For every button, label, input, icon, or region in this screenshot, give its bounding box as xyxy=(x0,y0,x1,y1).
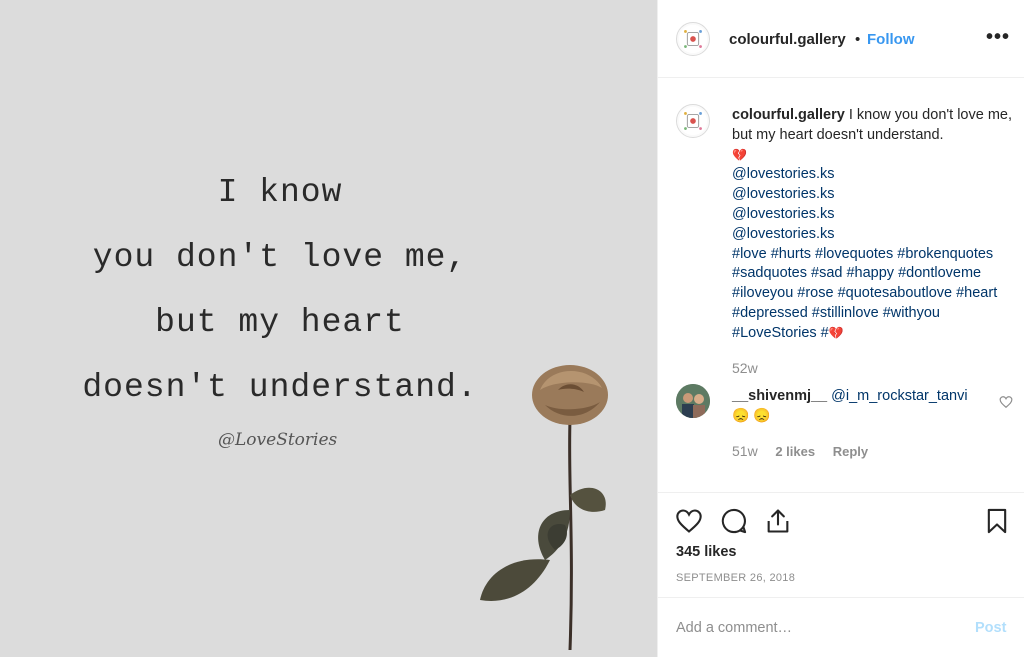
comment-meta: 51w 2 likes Reply xyxy=(732,443,882,459)
comment-input[interactable] xyxy=(676,618,956,638)
mention-link[interactable]: @lovestories.ks xyxy=(732,205,1012,225)
caption-avatar[interactable] xyxy=(676,104,710,138)
action-bar: 345 likes SEPTEMBER 26, 2018 xyxy=(658,492,1024,596)
reply-button[interactable]: Reply xyxy=(833,444,868,459)
comment-bubble-icon[interactable] xyxy=(720,507,748,535)
mention-link[interactable]: @lovestories.ks xyxy=(732,225,1012,245)
caption-username[interactable]: colourful.gallery xyxy=(732,107,845,123)
post-date[interactable]: SEPTEMBER 26, 2018 xyxy=(676,572,795,584)
post-button[interactable]: Post xyxy=(975,620,1006,636)
quote-line: I know xyxy=(217,174,343,211)
comment: __shivenmj__ @i_m_rockstar_tanvi 😞 😞 xyxy=(732,387,968,426)
caption: colourful.gallery I know you don't love … xyxy=(732,106,1012,344)
more-options-icon[interactable]: ••• xyxy=(986,26,1010,49)
rose-illustration xyxy=(480,365,608,650)
add-comment-form: Post xyxy=(658,597,1024,657)
header-username[interactable]: colourful.gallery xyxy=(729,31,846,48)
caption-time[interactable]: 52w xyxy=(732,360,758,376)
comment-likes[interactable]: 2 likes xyxy=(775,444,815,459)
separator-dot: • xyxy=(855,31,861,48)
follow-button[interactable]: Follow xyxy=(867,31,915,48)
quote-line: but my heart xyxy=(155,304,405,341)
post-image[interactable]: I know you don't love me, but my heart d… xyxy=(0,0,657,657)
share-icon[interactable] xyxy=(764,507,792,535)
signature-text: @LoveStories xyxy=(218,430,338,450)
commenter-avatar[interactable] xyxy=(676,384,710,418)
like-heart-icon[interactable] xyxy=(675,507,703,535)
post-header: colourful.gallery • Follow ••• xyxy=(658,0,1024,78)
broken-heart-emoji: 💔 xyxy=(732,147,747,162)
sad-emojis: 😞 😞 xyxy=(732,407,771,423)
likes-count[interactable]: 345 likes xyxy=(676,544,736,560)
broken-heart-emoji: 💔 xyxy=(828,325,844,340)
bookmark-icon[interactable] xyxy=(983,507,1011,535)
comment-like-heart-icon[interactable] xyxy=(999,395,1013,409)
mention-link[interactable]: @lovestories.ks xyxy=(732,165,1012,185)
comment-mention[interactable]: @i_m_rockstar_tanvi xyxy=(831,388,967,404)
hashtags[interactable]: #love #hurts #lovequotes #brokenquotes #… xyxy=(732,246,997,341)
commenter-username[interactable]: __shivenmj__ xyxy=(732,388,827,404)
avatar[interactable] xyxy=(676,22,710,56)
comment-time[interactable]: 51w xyxy=(732,443,758,459)
post-side-panel: colourful.gallery • Follow ••• colourful… xyxy=(657,0,1024,657)
mention-link[interactable]: @lovestories.ks xyxy=(732,185,1012,205)
quote-line: you don't love me, xyxy=(92,239,468,276)
comments-list[interactable]: colourful.gallery I know you don't love … xyxy=(658,79,1024,491)
